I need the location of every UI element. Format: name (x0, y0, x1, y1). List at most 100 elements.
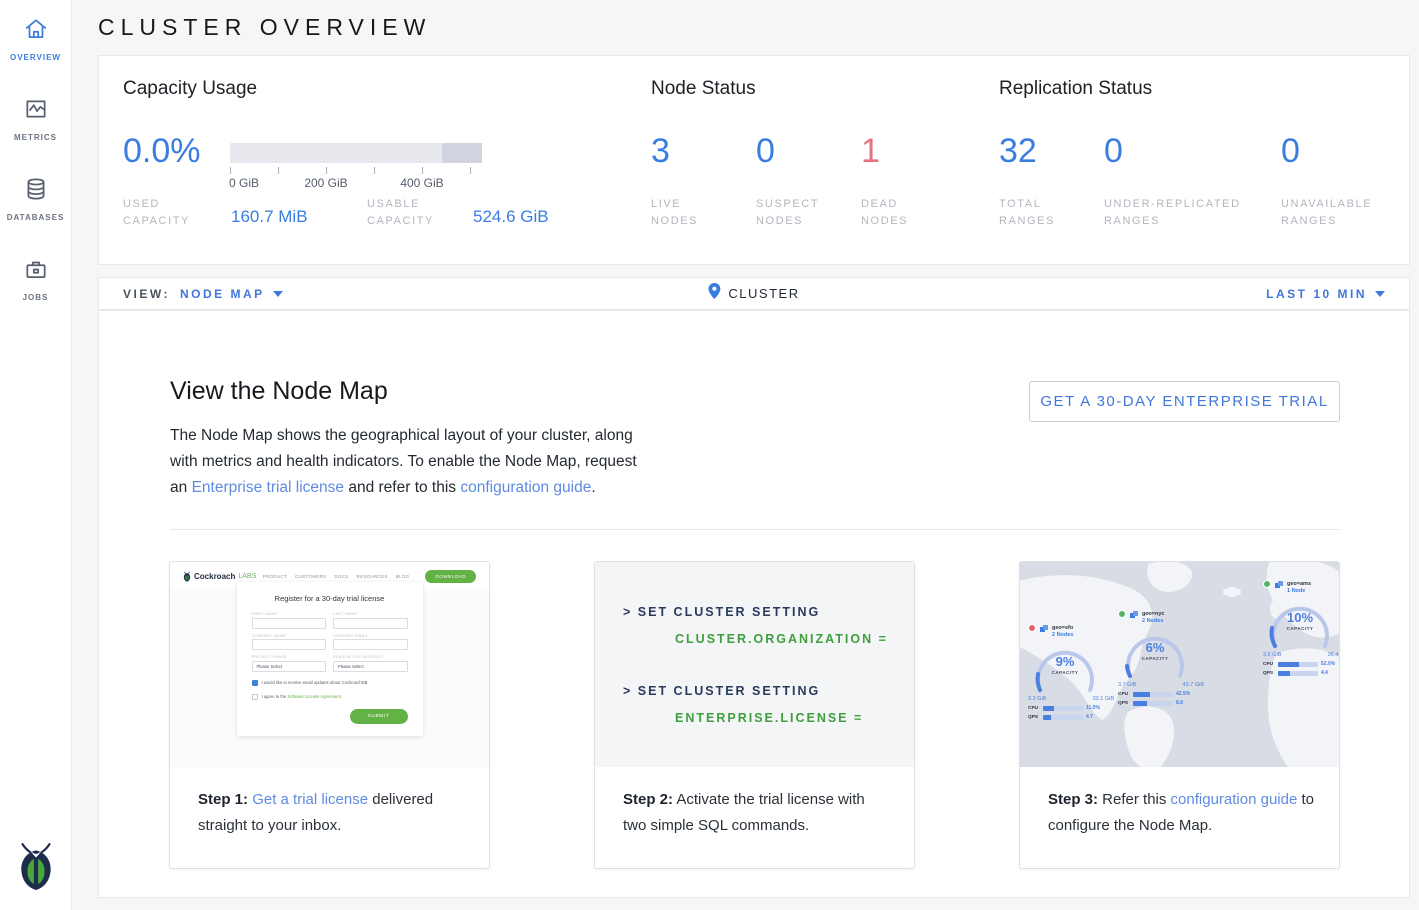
page-title: CLUSTER OVERVIEW (98, 14, 431, 41)
sql-setting-line: CLUSTER.ORGANIZATION = (675, 633, 914, 646)
locality-nyc: geo=nyc2 Nodes 6% CAPACITY 3.7 GiB 43.7 G… (1118, 610, 1222, 706)
suspect-nodes-label: SUSPECT NODES (756, 196, 836, 230)
dead-nodes-label: DEAD NODES (861, 196, 941, 230)
cockroach-labs-wordmark: Cockroach LABS (183, 571, 256, 582)
status-dot-red-icon (1028, 624, 1036, 632)
replication-status-title: Replication Status (999, 78, 1152, 100)
capacity-bar-reserved-segment (442, 143, 482, 163)
locality-ams: geo=ams1 Node 10% CAPACITY 3.6 GiB36.4 G… (1263, 580, 1339, 676)
view-dropdown-value: NODE MAP (180, 287, 265, 301)
enterprise-trial-button[interactable]: GET A 30-DAY ENTERPRISE TRIAL (1029, 381, 1340, 422)
locality-name: geo=nyc (1142, 610, 1164, 618)
total-capacity: 43.7 GiB (1183, 682, 1204, 688)
capacity-gauge: 10% CAPACITY (1263, 598, 1337, 650)
time-range-value: LAST 10 MIN (1266, 287, 1367, 301)
capacity-gauge: 9% CAPACITY (1028, 642, 1102, 694)
select-input: Please Select (252, 661, 327, 672)
capacity-percent: 6% (1118, 640, 1192, 655)
suspect-nodes-count: 0 (756, 132, 775, 171)
under-replicated-ranges-label: UNDER-REPLICATED RANGES (1104, 196, 1264, 230)
cluster-breadcrumb: CLUSTER (708, 283, 799, 304)
capacity-axis-ticks (230, 167, 482, 175)
nodes-cube-icon (1129, 610, 1139, 620)
used-capacity: 3.2 GiB (1028, 696, 1046, 702)
checkbox-checked-icon (252, 680, 258, 686)
chevron-down-icon (1375, 291, 1385, 297)
capacity-label: CAPACITY (1118, 656, 1192, 661)
unavailable-ranges-count: 0 (1281, 132, 1300, 171)
node-map-thumbnail: geo=sfo2 Nodes 9% CAPACITY 3.2 GiB33.1 G… (1020, 562, 1339, 767)
capacity-bar (230, 143, 482, 163)
text-input (252, 618, 327, 629)
capacity-label: CAPACITY (1028, 670, 1102, 675)
cockroach-bug-icon (183, 571, 191, 582)
databases-icon (23, 176, 49, 207)
checkbox-label: I would like to receive email updates ab… (262, 680, 369, 685)
locality-node-count: 2 Nodes (1142, 618, 1164, 624)
sql-prompt-line: > SET CLUSTER SETTING (623, 606, 914, 619)
step3-caption: Step 3: Refer this configuration guide t… (1020, 767, 1339, 839)
sidebar-item-label: OVERVIEW (10, 53, 61, 62)
field-label: PROJECT PHASE (252, 655, 327, 659)
total-ranges-label: TOTAL RANGES (999, 196, 1079, 230)
field-label: REASON FOR INTEREST (333, 655, 408, 659)
capacity-axis-labels: 0 GiB 200 GiB 400 GiB (230, 176, 490, 192)
description-text: and refer to this (344, 479, 460, 496)
field-label: FIRST NAME (252, 612, 327, 616)
view-dropdown[interactable]: NODE MAP (180, 287, 283, 301)
capacity-gauge: 6% CAPACITY (1118, 628, 1192, 680)
metrics-icon (23, 96, 49, 127)
time-range-dropdown[interactable]: LAST 10 MIN (1266, 287, 1385, 301)
used-capacity: 3.6 GiB (1263, 652, 1281, 658)
select-input: Please Select (333, 661, 408, 672)
text-input (333, 618, 408, 629)
capacity-label: CAPACITY (1263, 626, 1337, 631)
node-map-description: The Node Map shows the geographical layo… (170, 423, 640, 501)
used-capacity-value: 160.7 MiB (231, 207, 308, 227)
mini-site-nav: PRODUCT CUSTOMERS DOCS RESOURCES BLOG DO… (263, 570, 476, 583)
step1-caption: Step 1: Get a trial license delivered st… (170, 767, 489, 839)
field-label: COMPANY EMAIL (333, 634, 408, 638)
sidebar-item-overview[interactable]: OVERVIEW (0, 0, 72, 80)
status-dot-green-icon (1118, 610, 1126, 618)
checkbox-icon (252, 694, 258, 700)
sidebar-item-metrics[interactable]: METRICS (0, 80, 72, 160)
sql-setting-line: ENTERPRISE.LICENSE = (675, 712, 914, 725)
nav-item: PRODUCT (263, 574, 287, 579)
total-capacity: 33.1 GiB (1093, 696, 1114, 702)
checkbox-label: I agree to the Software License Agreemen… (262, 694, 343, 699)
sidebar-item-databases[interactable]: DATABASES (0, 160, 72, 240)
location-pin-icon (708, 283, 720, 304)
total-capacity: 36.4 GiB (1328, 652, 1339, 658)
sidebar-item-label: JOBS (23, 293, 49, 302)
used-capacity-label: USED CAPACITY (123, 196, 215, 230)
enterprise-trial-license-link[interactable]: Enterprise trial license (192, 479, 344, 496)
tick-label: 0 GiB (229, 176, 259, 190)
step3-card: geo=sfo2 Nodes 9% CAPACITY 3.2 GiB33.1 G… (1019, 561, 1340, 869)
locality-sfo: geo=sfo2 Nodes 9% CAPACITY 3.2 GiB 33.1 G… (1028, 624, 1132, 720)
node-status-title: Node Status (651, 78, 756, 100)
sql-prompt-line: > SET CLUSTER SETTING (623, 685, 914, 698)
nav-item: BLOG (396, 574, 410, 579)
registration-page-thumbnail: Cockroach LABS PRODUCT CUSTOMERS DOCS RE… (170, 562, 489, 767)
view-selector-bar: VIEW: NODE MAP CLUSTER LAST 10 MIN (98, 277, 1410, 310)
locality-name: geo=sfo (1052, 624, 1073, 632)
locality-node-count: 2 Nodes (1052, 632, 1073, 638)
unavailable-ranges-label: UNAVAILABLE RANGES (1281, 196, 1401, 230)
nodes-cube-icon (1039, 624, 1049, 634)
logo-suffix: LABS (238, 573, 256, 580)
used-capacity: 3.7 GiB (1118, 682, 1136, 688)
download-button: DOWNLOAD (425, 570, 476, 583)
configuration-guide-link[interactable]: configuration guide (1171, 791, 1298, 808)
get-trial-license-link[interactable]: Get a trial license (252, 791, 368, 808)
text-input (252, 639, 327, 650)
capacity-percent: 9% (1028, 654, 1102, 669)
field-label: COMPANY NAME (252, 634, 327, 638)
step2-card: > SET CLUSTER SETTING CLUSTER.ORGANIZATI… (594, 561, 915, 869)
configuration-guide-link[interactable]: configuration guide (460, 479, 591, 496)
chevron-down-icon (273, 291, 283, 297)
description-text: . (591, 479, 595, 496)
capacity-percent: 10% (1263, 610, 1337, 625)
sql-commands-thumbnail: > SET CLUSTER SETTING CLUSTER.ORGANIZATI… (595, 562, 914, 767)
sidebar-item-jobs[interactable]: JOBS (0, 240, 72, 320)
